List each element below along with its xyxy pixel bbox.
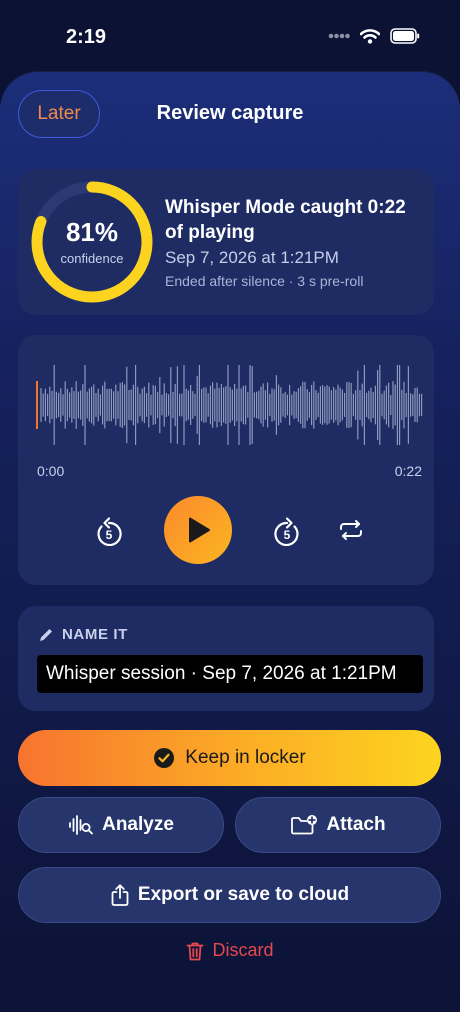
play-button[interactable] [164, 496, 232, 564]
waveform-search-icon [69, 815, 93, 835]
loop-button[interactable] [336, 515, 366, 545]
status-bar: 2:19 [0, 0, 460, 70]
skip-forward-seconds: 5 [284, 528, 291, 542]
folder-add-icon [291, 815, 318, 835]
checkmark-circle-icon [154, 748, 175, 768]
play-icon [189, 517, 210, 543]
capture-meta: Ended after silence · 3 s pre-roll [165, 273, 364, 289]
skip-back-seconds: 5 [106, 528, 113, 542]
analyze-label: Analyze [102, 814, 174, 835]
discard-label: Discard [212, 940, 274, 960]
skip-forward-icon: 5 [274, 517, 299, 546]
pencil-icon [40, 629, 52, 641]
name-label: NAME IT [62, 626, 128, 643]
export-button[interactable]: Export or save to cloud [18, 867, 441, 923]
skip-back-button[interactable]: 5 [92, 513, 126, 547]
skip-back-icon: 5 [97, 517, 122, 546]
page-title: Review capture [156, 102, 304, 124]
playback-card: 0:00 0:22 5 5 [18, 335, 434, 585]
battery-icon [390, 28, 420, 44]
confidence-percent: 81% [65, 217, 119, 247]
waveform[interactable] [36, 363, 424, 447]
share-icon [111, 884, 129, 906]
capture-date: Sep 7, 2026 at 1:21PM [165, 248, 339, 267]
capture-title: Whisper Mode caught 0:22 of playing [165, 197, 406, 243]
time-end: 0:22 [394, 463, 422, 479]
name-input[interactable] [37, 655, 423, 693]
export-label: Export or save to cloud [137, 884, 350, 905]
skip-forward-button[interactable]: 5 [270, 513, 304, 547]
status-time: 2:19 [66, 26, 107, 48]
repeat-icon [340, 520, 362, 540]
keep-label: Keep in locker [185, 747, 306, 768]
status-icons [328, 28, 420, 44]
attach-button[interactable]: Attach [235, 797, 441, 853]
wifi-icon [360, 29, 380, 44]
keep-in-locker-button[interactable]: Keep in locker [18, 730, 441, 786]
attach-label: Attach [326, 814, 386, 835]
trash-icon [187, 942, 204, 960]
analyze-button[interactable]: Analyze [18, 797, 224, 853]
discard-button[interactable]: Discard [0, 940, 460, 961]
time-start: 0:00 [37, 463, 65, 479]
confidence-label: confidence [60, 251, 124, 266]
signal-icon [328, 33, 350, 39]
capture-summary-card: 81% confidence Whisper Mode caught 0:22 … [18, 169, 434, 315]
name-card: NAME IT [18, 606, 434, 711]
